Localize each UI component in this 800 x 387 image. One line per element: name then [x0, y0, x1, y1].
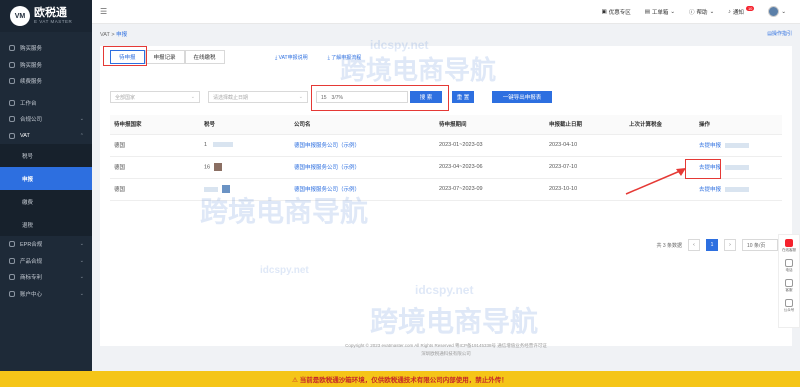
- content-card: 待申报 申报记录 在线缴税 ⤓ VAT申报说明 ⤓ 了解申报流程 全部国家 ⌄ 请…: [100, 46, 792, 346]
- phone-icon: [785, 259, 793, 267]
- declare-action-link[interactable]: 去提申报: [699, 143, 721, 149]
- annotation-arrow: [625, 168, 686, 195]
- message-count-badge: 10: [745, 6, 755, 11]
- sandbox-warning-bar: ⚠ 当前是欧税通沙箱环境，仅供欧税通技术有限公司内部使用，禁止外传！: [0, 371, 800, 387]
- chevron-down-icon: ⌄: [79, 274, 84, 281]
- chevron-down-icon: ⌄: [79, 290, 84, 297]
- chevron-down-icon: ⌄: [79, 116, 84, 123]
- workbench-icon: [9, 99, 15, 106]
- next-page-button[interactable]: ›: [724, 239, 736, 251]
- chevron-up-icon: ⌃: [79, 132, 84, 139]
- page-button[interactable]: 1: [706, 239, 718, 251]
- table-header-row: 待申报国家 税号 公司名 待申报期间 申报截止日期 上次计算税金 操作: [110, 115, 782, 135]
- tab-online-pay[interactable]: 在线缴税: [184, 50, 225, 64]
- product-icon: [9, 257, 15, 264]
- menu-fold-icon[interactable]: ☰: [100, 7, 107, 16]
- epr-icon: [9, 241, 15, 248]
- chevron-down-icon: ⌄: [781, 8, 786, 15]
- wechat-button[interactable]: 公众号: [784, 299, 794, 313]
- total-count: 共 3 条数据: [656, 242, 682, 249]
- page-size-select[interactable]: 10 条/页: [742, 239, 778, 251]
- main-content: VAT > 申报 ▤操作指引 待申报 申报记录 在线缴税 ⤓ VAT申报说明 ⤓…: [92, 24, 800, 371]
- ticket-box-button[interactable]: ▤ 工单箱 ⌄: [645, 8, 675, 16]
- process-link[interactable]: ⤓ 了解申报流程: [328, 54, 362, 61]
- declare-action-link[interactable]: 去提申报: [699, 187, 721, 193]
- vat-icon: [9, 132, 15, 139]
- footer: Copyright © 2023 evatmaster.com All Righ…: [345, 343, 547, 356]
- sidebar-item-company[interactable]: 合规公司 ⌄: [0, 111, 92, 128]
- sidebar-item-renew[interactable]: 续费服务: [0, 73, 92, 90]
- deadline-select[interactable]: 请选择截止日期 ⌄: [208, 91, 308, 103]
- prev-page-button[interactable]: ‹: [688, 239, 700, 251]
- guide-link[interactable]: ▤操作指引: [767, 30, 792, 37]
- account-icon: [9, 290, 15, 297]
- sidebar-menu: 购买服务 购买服务 续费服务 工作台 合规公司 ⌄ VAT ⌃ 税号 申报 缴费 退…: [0, 40, 92, 302]
- phone-button[interactable]: 电话: [785, 259, 793, 273]
- highlight-box: [103, 46, 147, 66]
- filter-bar: 全部国家 ⌄ 请选择截止日期 ⌄ 15 3/7% 搜 索 重 置 一键导出申报表: [110, 85, 790, 111]
- ticket-icon: ▤: [644, 8, 650, 15]
- cart-icon: [9, 61, 15, 68]
- logo-mark: VM: [10, 6, 30, 26]
- country-select[interactable]: 全部国家 ⌄: [110, 91, 200, 103]
- sidebar-item-workbench[interactable]: 工作台: [0, 95, 92, 112]
- gift-icon: ▣: [601, 8, 607, 15]
- sidebar-item-product[interactable]: 产品合规 ⌄: [0, 253, 92, 270]
- sidebar-item-account[interactable]: 账户中心 ⌄: [0, 286, 92, 303]
- avatar: [768, 6, 780, 17]
- sidebar-item-tax-number[interactable]: 税号: [0, 144, 92, 167]
- sidebar-item-buy-2[interactable]: 购买服务: [0, 57, 92, 74]
- top-header: ☰ ▣ 优惠专区 ▤ 工单箱 ⌄ ⓘ 帮助 ⌄ ♪ 通知 10 ⌄: [92, 0, 800, 24]
- help-button[interactable]: ⓘ 帮助 ⌄: [689, 8, 714, 16]
- export-button[interactable]: 一键导出申报表: [492, 91, 552, 103]
- headset-icon: [785, 279, 793, 287]
- sidebar-item-declare[interactable]: 申报: [0, 167, 92, 190]
- support-button[interactable]: 客服: [785, 279, 793, 293]
- table-row: 德国 1 德国申报服务公司（示例） 2023-01~2023-03 2023-0…: [110, 134, 782, 157]
- sidebar-item-epr[interactable]: EPR合规 ⌄: [0, 236, 92, 253]
- chevron-down-icon: ⌄: [709, 8, 715, 15]
- qrcode-icon: [785, 299, 793, 307]
- logo[interactable]: VM 欧税通 E VAT MASTER: [0, 0, 92, 32]
- offer-zone-button[interactable]: ▣ 优惠专区: [601, 8, 630, 16]
- tab-records[interactable]: 申报记录: [144, 50, 185, 64]
- sidebar-item-payment[interactable]: 缴费: [0, 190, 92, 213]
- bell-icon: ♪: [728, 8, 731, 15]
- highlight-box: [685, 159, 721, 179]
- sidebar-item-trademark[interactable]: 商标专利 ⌄: [0, 269, 92, 286]
- chevron-down-icon: ⌄: [670, 8, 676, 15]
- renew-icon: [9, 78, 15, 85]
- logo-name: 欧税通: [34, 7, 67, 20]
- reset-button[interactable]: 重 置: [452, 91, 474, 103]
- sidebar-item-vat[interactable]: VAT ⌃: [0, 128, 92, 145]
- chevron-down-icon: ⌄: [298, 94, 303, 100]
- floating-toolbar: 在线客服 电话 客服 公众号: [778, 234, 800, 328]
- chevron-down-icon: ⌄: [79, 257, 84, 264]
- cart-icon: [9, 45, 15, 52]
- help-icon: ⓘ: [689, 9, 695, 16]
- online-service-button[interactable]: 在线客服: [782, 239, 796, 253]
- trademark-icon: [9, 274, 15, 281]
- user-menu[interactable]: ⌄: [768, 6, 786, 17]
- service-icon: [785, 239, 793, 247]
- highlight-box: [311, 85, 449, 111]
- pagination: 共 3 条数据 ‹ 1 › 10 条/页: [656, 239, 778, 251]
- breadcrumb: VAT > 申报: [100, 32, 128, 38]
- vat-note-link[interactable]: ⤓ VAT申报说明: [275, 54, 308, 61]
- company-icon: [9, 116, 15, 123]
- chevron-down-icon: ⌄: [79, 241, 84, 248]
- sidebar-item-buy[interactable]: 购买服务: [0, 40, 92, 57]
- logo-sub: E VAT MASTER: [34, 18, 73, 24]
- chevron-down-icon: ⌄: [190, 94, 195, 100]
- notification-button[interactable]: ♪ 通知 10: [728, 6, 755, 16]
- sidebar: VM 欧税通 E VAT MASTER 购买服务 购买服务 续费服务 工作台 合…: [0, 0, 92, 371]
- sidebar-item-refund[interactable]: 退税: [0, 213, 92, 236]
